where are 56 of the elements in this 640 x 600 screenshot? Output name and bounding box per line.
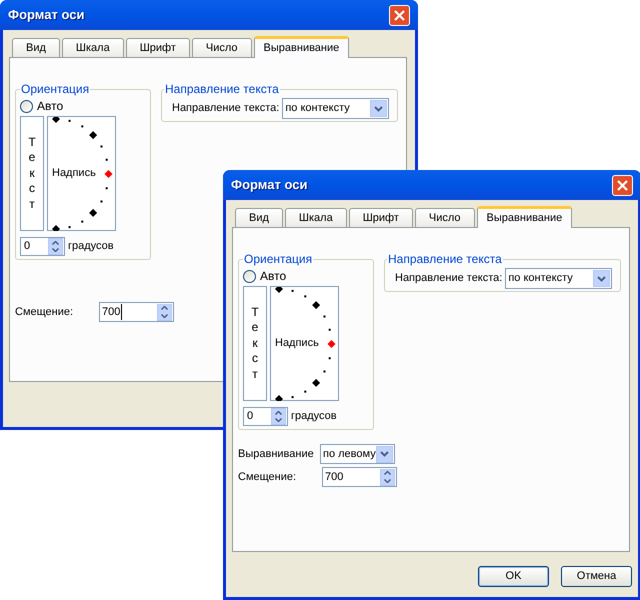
offset-spinbox[interactable]: 700 xyxy=(322,467,397,487)
radio-label: Авто xyxy=(37,98,64,115)
field-label: Выравнивание xyxy=(238,446,315,462)
field-label: Направление текста: xyxy=(172,101,280,116)
group-legend: Направление текста xyxy=(164,80,280,98)
dialog-button[interactable]: OK xyxy=(478,566,549,587)
dial-label: Надпись xyxy=(275,336,319,352)
dropdown-button[interactable] xyxy=(376,446,393,462)
field-label: Смещение: xyxy=(15,304,74,320)
dialog-button[interactable]: Отмена xyxy=(561,566,632,587)
degrees-spinbox[interactable]: 0 xyxy=(20,237,65,256)
tab[interactable]: Шрифт xyxy=(348,208,413,227)
spin-buttons[interactable] xyxy=(271,408,286,425)
tab[interactable]: Выравнивание xyxy=(476,206,572,228)
vertical-text: Текст xyxy=(250,304,260,382)
group-legend: Ориентация xyxy=(243,250,314,268)
tab[interactable]: Вид xyxy=(235,208,283,227)
degrees-label: градусов xyxy=(291,409,337,424)
tab[interactable]: Выравнивание xyxy=(254,36,350,58)
window-title: Формат оси xyxy=(8,6,84,24)
vertical-text-option[interactable]: Текст xyxy=(20,116,44,231)
window-title: Формат оси xyxy=(231,176,308,194)
auto-radio[interactable] xyxy=(243,270,256,282)
spin-buttons[interactable] xyxy=(157,304,172,320)
field-label: Направление текста: xyxy=(395,271,502,286)
direction-dropdown[interactable]: по контексту xyxy=(505,268,612,289)
auto-radio[interactable] xyxy=(20,100,33,112)
group-legend: Ориентация xyxy=(20,80,90,98)
field-label: Смещение: xyxy=(238,470,298,485)
alignment-dropdown[interactable]: по левому xyxy=(320,444,395,464)
tab[interactable]: Вид xyxy=(12,38,60,57)
spin-buttons[interactable] xyxy=(48,238,63,255)
tab[interactable]: Число xyxy=(192,38,252,57)
radio-label: Авто xyxy=(260,268,286,285)
chevron-down-icon xyxy=(374,106,384,112)
spin-buttons[interactable] xyxy=(380,468,395,486)
degrees-spinbox[interactable]: 0 xyxy=(243,407,288,426)
close-icon xyxy=(617,180,628,190)
tab[interactable]: Число xyxy=(414,208,475,227)
tab[interactable]: Шкала xyxy=(62,38,124,57)
chevron-down-icon xyxy=(380,451,389,457)
chevron-down-icon xyxy=(597,276,606,282)
vertical-text: Текст xyxy=(28,134,36,212)
tab[interactable]: Шрифт xyxy=(126,38,190,57)
direction-dropdown[interactable]: по контексту xyxy=(282,98,390,119)
tab[interactable]: Шкала xyxy=(284,208,347,227)
close-button[interactable] xyxy=(389,4,410,26)
vertical-text-option[interactable]: Текст xyxy=(243,286,267,401)
close-button[interactable] xyxy=(612,174,633,196)
close-icon xyxy=(394,10,405,20)
offset-spinbox[interactable]: 700 xyxy=(99,302,174,322)
dropdown-button[interactable] xyxy=(593,270,610,287)
dropdown-button[interactable] xyxy=(370,100,388,117)
group-legend: Направление текста xyxy=(387,250,503,268)
degrees-label: градусов xyxy=(68,239,114,254)
dial-label: Надпись xyxy=(52,166,96,182)
